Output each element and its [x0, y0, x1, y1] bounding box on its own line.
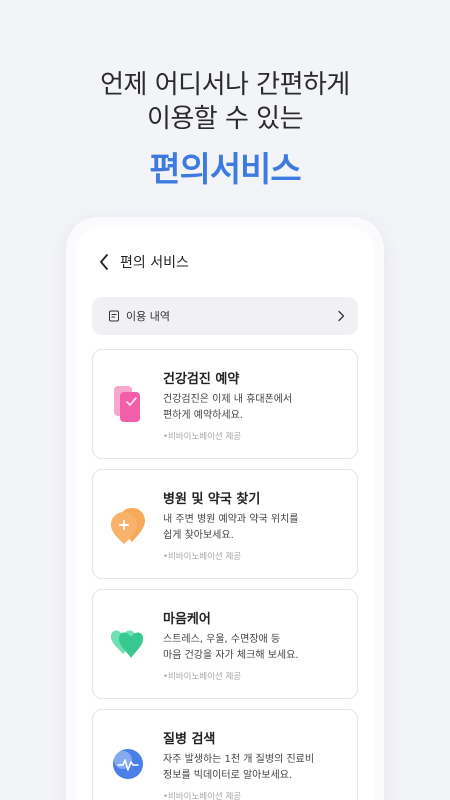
service-card-hospital-finder[interactable]: 병원 및 약국 찾기 내 주변 병원 예약과 약국 위치를 쉽게 찾아보세요. …	[92, 469, 358, 579]
usage-history-button[interactable]: 이용 내역	[92, 297, 358, 335]
top-bar: 편의 서비스	[76, 247, 374, 277]
service-card-health-checkup[interactable]: 건강검진 예약 건강검진은 이제 내 휴대폰에서 편하게 예약하세요. •비바이…	[92, 349, 358, 459]
document-icon	[108, 310, 120, 322]
disease-search-icon	[108, 742, 148, 786]
card-description: 내 주변 병원 예약과 약국 위치를 쉽게 찾아보세요.	[163, 512, 351, 544]
app-screen: 편의 서비스 이용 내역 건강검진 예약 건강검진은 이제 내 휴대폰에서 편하…	[76, 227, 374, 800]
card-provider: •비바이노베이션 제공	[163, 792, 242, 800]
card-description: 건강검진은 이제 내 휴대폰에서 편하게 예약하세요.	[163, 392, 351, 424]
chevron-left-icon	[100, 254, 108, 270]
usage-history-label: 이용 내역	[126, 310, 170, 323]
card-description-line: 건강검진은 이제 내 휴대폰에서	[163, 394, 293, 405]
service-card-disease-search[interactable]: 질병 검색 자주 발생하는 1천 개 질병의 진료비 정보를 빅데이터로 알아보…	[92, 709, 358, 800]
card-description: 자주 발생하는 1천 개 질병의 진료비 정보를 빅데이터로 알아보세요.	[163, 752, 351, 784]
card-description-line: 쉽게 찾아보세요.	[163, 530, 234, 541]
location-pin-icon	[108, 502, 148, 546]
page-title: 편의 서비스	[120, 255, 189, 271]
card-description-line: 자주 발생하는 1천 개 질병의 진료비	[163, 754, 315, 765]
headline-accent: 편의서비스	[149, 150, 301, 190]
chevron-right-icon	[336, 310, 346, 322]
headline-line-1: 언제 어디서나 간편하게	[100, 70, 350, 100]
card-title: 병원 및 약국 찾기	[163, 492, 261, 507]
card-title: 질병 검색	[163, 732, 216, 747]
card-description-line: 스트레스, 우울, 수면장애 등	[163, 634, 281, 645]
card-provider: •비바이노베이션 제공	[163, 552, 242, 562]
card-provider: •비바이노베이션 제공	[163, 432, 242, 442]
back-button[interactable]	[88, 247, 120, 277]
phone-booking-icon	[108, 382, 148, 426]
card-provider: •비바이노베이션 제공	[163, 672, 242, 682]
card-title: 건강검진 예약	[163, 372, 240, 387]
service-card-mind-care[interactable]: 마음케어 스트레스, 우울, 수면장애 등 마음 건강을 자가 체크해 보세요.…	[92, 589, 358, 699]
card-description-line: 내 주변 병원 예약과 약국 위치를	[163, 514, 299, 525]
card-description: 스트레스, 우울, 수면장애 등 마음 건강을 자가 체크해 보세요.	[163, 632, 351, 664]
heart-icon	[108, 622, 148, 666]
headline-line-2: 이용할 수 있는	[146, 104, 304, 134]
promo-headline: 언제 어디서나 간편하게 이용할 수 있는 편의서비스	[0, 68, 450, 192]
card-description-line: 편하게 예약하세요.	[163, 410, 243, 421]
phone-frame: 편의 서비스 이용 내역 건강검진 예약 건강검진은 이제 내 휴대폰에서 편하…	[66, 217, 384, 800]
card-description-line: 정보를 빅데이터로 알아보세요.	[163, 770, 293, 781]
card-title: 마음케어	[163, 612, 211, 627]
card-description-line: 마음 건강을 자가 체크해 보세요.	[163, 650, 299, 661]
